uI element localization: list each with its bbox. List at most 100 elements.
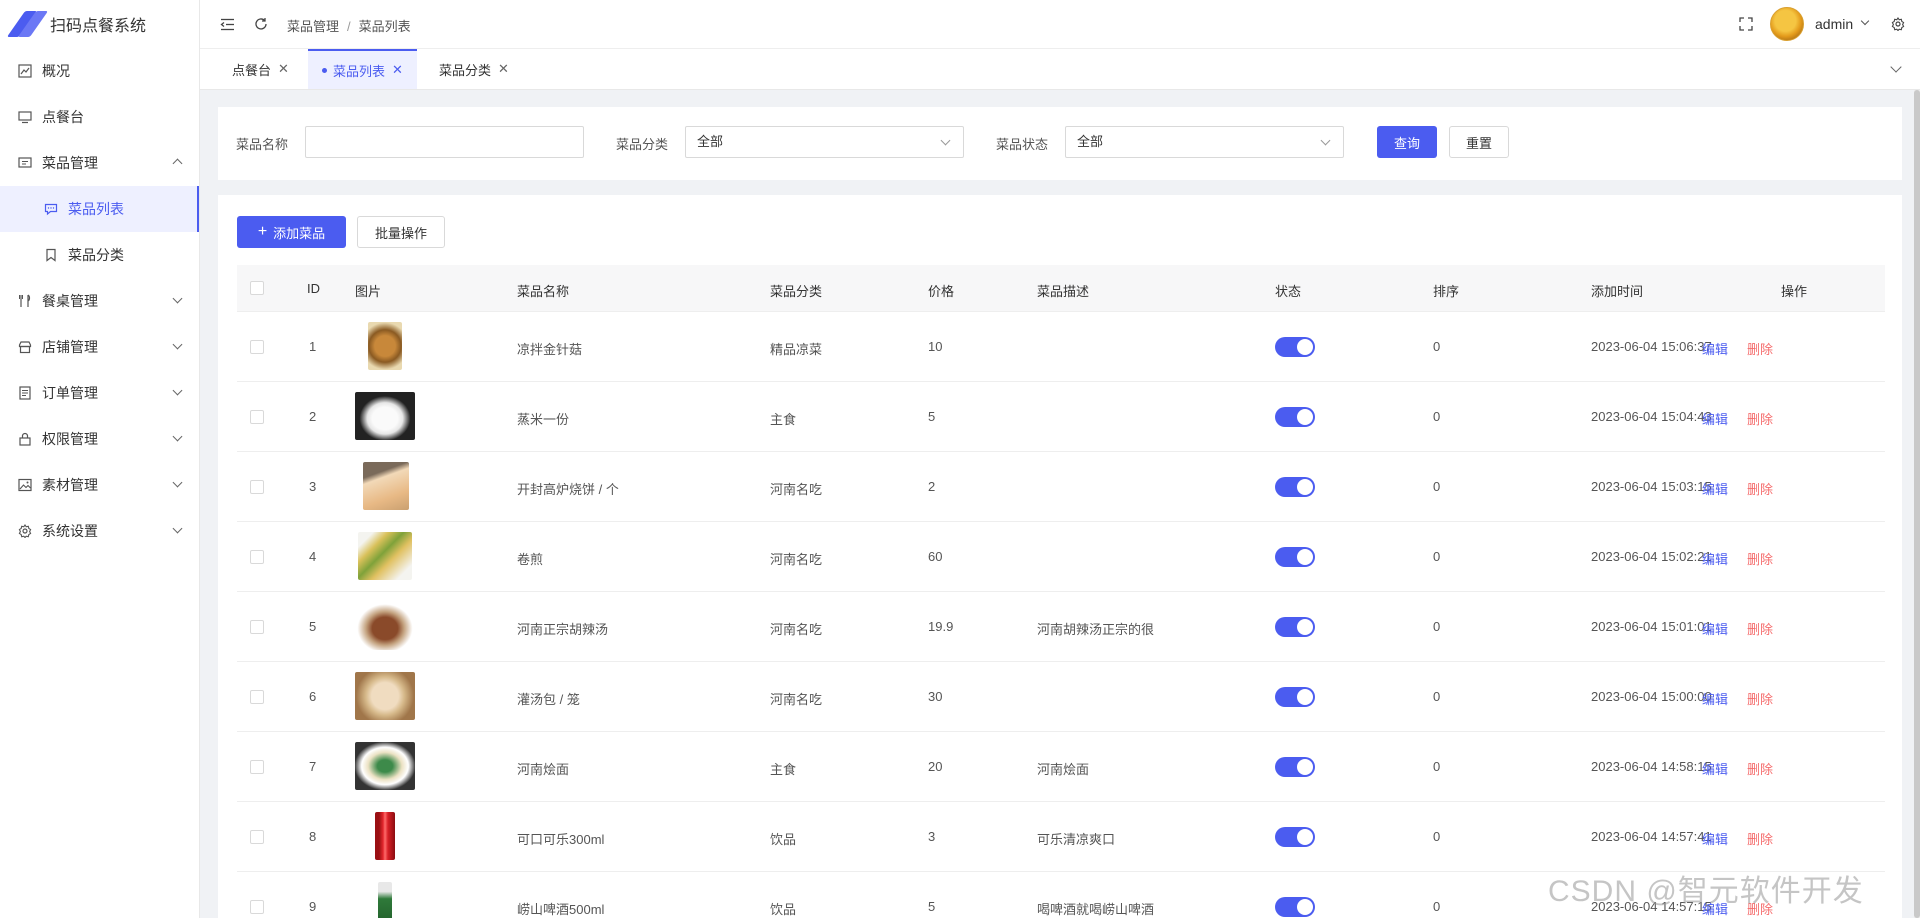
sidebar-item-dish-management[interactable]: 菜品管理	[0, 140, 199, 186]
sidebar-item-permission-management[interactable]: 权限管理	[0, 416, 199, 462]
dish-category-label: 菜品分类	[616, 137, 669, 152]
sidebar-item-overview[interactable]: 概况	[0, 48, 199, 94]
dish-image	[358, 532, 412, 580]
toggle-knob	[1297, 899, 1313, 915]
edit-link[interactable]: 编辑	[1702, 689, 1728, 708]
delete-link[interactable]: 删除	[1747, 689, 1773, 708]
delete-link[interactable]: 删除	[1747, 409, 1773, 428]
chevron-down-icon	[1320, 135, 1331, 146]
status-toggle[interactable]	[1275, 477, 1315, 497]
edit-link[interactable]: 编辑	[1702, 549, 1728, 568]
sidebar-item-label: 菜品分类	[68, 247, 124, 263]
status-toggle[interactable]	[1275, 547, 1315, 567]
sidebar-item-table-management[interactable]: 餐桌管理	[0, 278, 199, 324]
close-icon[interactable]: ✕	[392, 62, 403, 78]
tab-pos[interactable]: 点餐台 ✕	[218, 49, 303, 89]
status-toggle[interactable]	[1275, 687, 1315, 707]
status-toggle[interactable]	[1275, 897, 1315, 917]
row-checkbox[interactable]	[250, 480, 264, 494]
sidebar-item-media-management[interactable]: 素材管理	[0, 462, 199, 508]
table-row: 5 河南正宗胡辣汤 河南名吃 19.9 河南胡辣汤正宗的很 0 2023-06-04 15:…	[237, 592, 1885, 662]
breadcrumb-item[interactable]: 菜品管理	[287, 19, 339, 34]
tab-label: 菜品分类	[439, 62, 492, 78]
tab-dish-list[interactable]: 菜品列表 ✕	[308, 49, 417, 89]
delete-link[interactable]: 删除	[1747, 829, 1773, 848]
row-checkbox[interactable]	[250, 830, 264, 844]
dish-name-input[interactable]	[305, 126, 584, 158]
tab-dish-category[interactable]: 菜品分类 ✕	[425, 49, 523, 89]
status-toggle[interactable]	[1275, 757, 1315, 777]
dish-name: 河南正宗胡辣汤	[517, 622, 609, 637]
sidebar-item-dish-list[interactable]: 菜品列表	[0, 186, 199, 232]
edit-link[interactable]: 编辑	[1702, 759, 1728, 778]
column-header: 排序	[1433, 284, 1460, 299]
chevron-down-icon[interactable]	[1860, 16, 1870, 26]
row-checkbox[interactable]	[250, 900, 264, 914]
sidebar-item-label: 素材管理	[42, 477, 98, 493]
settings-icon[interactable]	[1890, 16, 1906, 32]
delete-link[interactable]: 删除	[1747, 339, 1773, 358]
toggle-knob	[1297, 619, 1313, 635]
sidebar-item-system-settings[interactable]: 系统设置	[0, 508, 199, 554]
vertical-scrollbar[interactable]	[1914, 90, 1920, 918]
fullscreen-icon[interactable]	[1738, 16, 1754, 32]
row-checkbox[interactable]	[250, 620, 264, 634]
column-header: 操作	[1781, 284, 1808, 299]
close-icon[interactable]: ✕	[498, 61, 509, 77]
status-toggle[interactable]	[1275, 407, 1315, 427]
edit-link[interactable]: 编辑	[1702, 339, 1728, 358]
delete-link[interactable]: 删除	[1747, 619, 1773, 638]
column-header: 菜品分类	[770, 284, 823, 299]
scrollbar-thumb[interactable]	[1914, 90, 1920, 918]
batch-operation-button[interactable]: 批量操作	[357, 216, 445, 248]
dish-id: 1	[309, 339, 317, 354]
menu-fold-icon[interactable]	[219, 16, 235, 32]
dish-sort: 0	[1433, 479, 1441, 494]
chevron-down-icon	[172, 523, 183, 534]
toggle-knob	[1297, 689, 1313, 705]
table-row: 4 卷煎 河南名吃 60 0 2023-06-04 15:02:21 编辑 删除	[237, 522, 1885, 592]
sidebar-item-dish-category[interactable]: 菜品分类	[0, 232, 199, 278]
edit-link[interactable]: 编辑	[1702, 619, 1728, 638]
username[interactable]: admin	[1815, 16, 1853, 32]
refresh-icon[interactable]	[253, 16, 269, 32]
dish-price: 2	[928, 479, 936, 494]
status-toggle[interactable]	[1275, 827, 1315, 847]
toggle-knob	[1297, 829, 1313, 845]
edit-link[interactable]: 编辑	[1702, 829, 1728, 848]
dish-sort: 0	[1433, 829, 1441, 844]
dish-image	[378, 882, 392, 918]
close-icon[interactable]: ✕	[278, 61, 289, 77]
delete-link[interactable]: 删除	[1747, 759, 1773, 778]
row-checkbox[interactable]	[250, 690, 264, 704]
add-dish-button[interactable]: + 添加菜品	[237, 216, 346, 248]
sidebar-item-order-management[interactable]: 订单管理	[0, 370, 199, 416]
dish-category-select[interactable]: 全部	[685, 126, 964, 158]
dish-status-label: 菜品状态	[996, 137, 1049, 152]
sidebar-item-store-management[interactable]: 店铺管理	[0, 324, 199, 370]
plus-icon: +	[257, 223, 268, 240]
reset-button[interactable]: 重置	[1449, 126, 1509, 158]
sidebar-item-pos[interactable]: 点餐台	[0, 94, 199, 140]
query-button[interactable]: 查询	[1377, 126, 1437, 158]
row-checkbox[interactable]	[250, 550, 264, 564]
dish-status-select[interactable]: 全部	[1065, 126, 1344, 158]
status-toggle[interactable]	[1275, 337, 1315, 357]
delete-link[interactable]: 删除	[1747, 549, 1773, 568]
dish-sort: 0	[1433, 759, 1441, 774]
edit-link[interactable]: 编辑	[1702, 409, 1728, 428]
filter-panel: 菜品名称 菜品分类 全部 菜品状态 全部 查询 重置	[218, 107, 1902, 180]
logo[interactable]: 扫码点餐系统	[0, 0, 199, 48]
select-all-checkbox[interactable]	[250, 281, 264, 295]
dish-category: 精品凉菜	[770, 342, 823, 357]
avatar[interactable]	[1770, 7, 1804, 41]
image-icon	[17, 477, 33, 493]
row-checkbox[interactable]	[250, 410, 264, 424]
row-checkbox[interactable]	[250, 340, 264, 354]
edit-link[interactable]: 编辑	[1702, 479, 1728, 498]
status-toggle[interactable]	[1275, 617, 1315, 637]
delete-link[interactable]: 删除	[1747, 479, 1773, 498]
dish-price: 19.9	[928, 619, 954, 634]
row-checkbox[interactable]	[250, 760, 264, 774]
chevron-down-icon[interactable]	[1890, 61, 1902, 73]
